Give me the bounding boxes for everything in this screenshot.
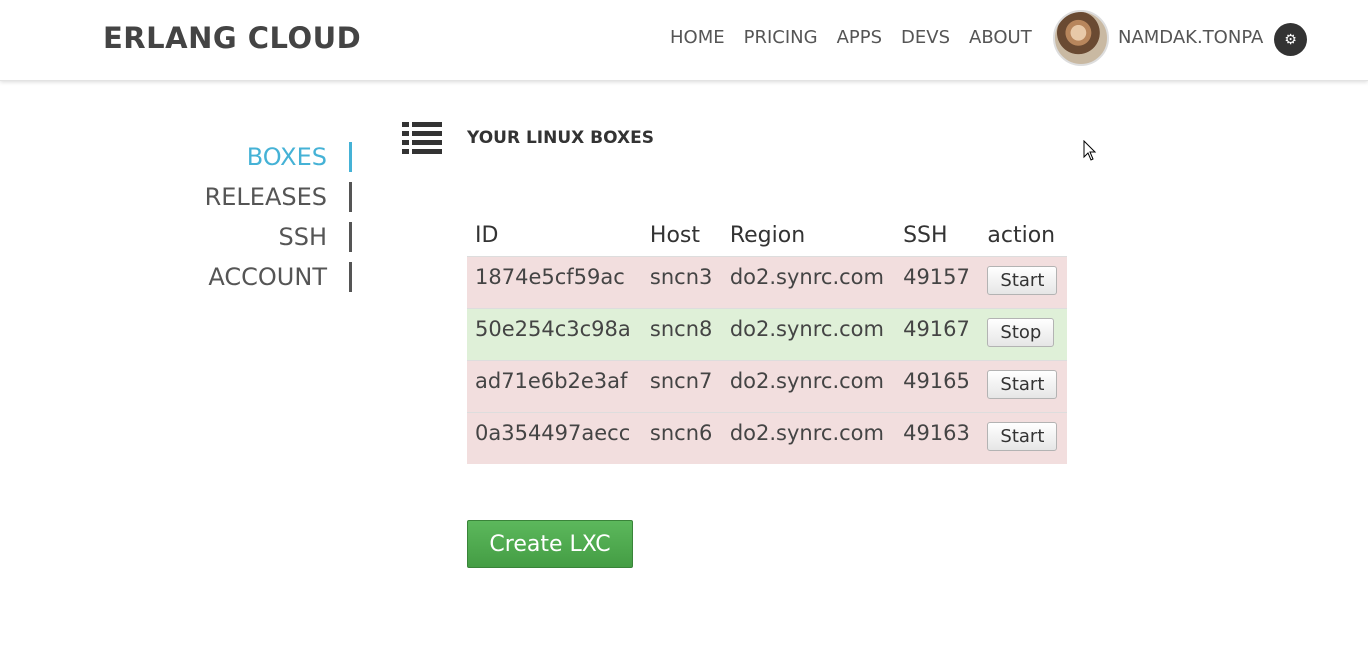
cell-host: sncn6	[641, 412, 722, 464]
main-nav: HOME PRICING APPS DEVS ABOUT	[670, 26, 1032, 50]
column-header-id: ID	[475, 222, 499, 248]
start-button[interactable]: Start	[987, 370, 1058, 399]
cell-region: do2.synrc.com	[721, 308, 896, 361]
cell-host: sncn8	[641, 308, 722, 361]
cell-region: do2.synrc.com	[721, 412, 896, 464]
boxes-table: ID Host Region SSH action 1874e5cf59ac s…	[467, 216, 1067, 464]
cell-id: 0a354497aecc	[467, 412, 642, 464]
cell-region: do2.synrc.com	[721, 256, 896, 309]
sidebar-item-boxes[interactable]: BOXES	[180, 142, 352, 172]
sidebar-item-account[interactable]: ACCOUNT	[180, 262, 352, 292]
cell-action: Start	[979, 360, 1067, 413]
gear-icon: ⚙	[1284, 31, 1297, 48]
nav-about[interactable]: ABOUT	[969, 26, 1032, 50]
avatar[interactable]	[1053, 10, 1109, 66]
cell-region: do2.synrc.com	[721, 360, 896, 413]
column-header-host: Host	[649, 222, 701, 248]
create-lxc-button[interactable]: Create LXC	[467, 520, 633, 568]
table-row: ad71e6b2e3af sncn7 do2.synrc.com 49165 S…	[467, 360, 1067, 413]
nav-pricing[interactable]: PRICING	[744, 26, 818, 50]
sidebar-item-releases[interactable]: RELEASES	[180, 182, 352, 212]
start-button[interactable]: Start	[987, 422, 1058, 451]
start-button[interactable]: Start	[987, 266, 1058, 295]
cell-ssh: 49167	[895, 308, 980, 361]
brand-logo[interactable]: ERLANG CLOUD	[103, 20, 361, 56]
column-header-ssh: SSH	[903, 222, 948, 248]
stop-button[interactable]: Stop	[987, 318, 1055, 347]
settings-button[interactable]: ⚙	[1274, 23, 1307, 56]
cell-ssh: 49163	[895, 412, 980, 464]
cell-action: Start	[979, 412, 1067, 464]
sidebar-item-ssh[interactable]: SSH	[180, 222, 352, 252]
page-title: YOUR LINUX BOXES	[467, 128, 654, 148]
cell-id: ad71e6b2e3af	[467, 360, 642, 413]
cell-id: 1874e5cf59ac	[467, 256, 642, 309]
table-row: 50e254c3c98a sncn8 do2.synrc.com 49167 S…	[467, 308, 1067, 361]
list-icon	[402, 122, 442, 154]
table-row: 1874e5cf59ac sncn3 do2.synrc.com 49157 S…	[467, 256, 1067, 309]
cell-action: Stop	[979, 308, 1067, 361]
cell-id: 50e254c3c98a	[467, 308, 642, 361]
username-link[interactable]: NAMDAK.TONPA	[1118, 26, 1263, 50]
column-header-region: Region	[729, 222, 806, 248]
cell-host: sncn3	[641, 256, 722, 309]
table-row: 0a354497aecc sncn6 do2.synrc.com 49163 S…	[467, 412, 1067, 464]
sidebar: BOXES RELEASES SSH ACCOUNT	[180, 142, 352, 302]
nav-home[interactable]: HOME	[670, 26, 725, 50]
cell-ssh: 49157	[895, 256, 980, 309]
top-navbar: ERLANG CLOUD HOME PRICING APPS DEVS ABOU…	[0, 0, 1368, 81]
column-header-action: action	[987, 222, 1056, 248]
nav-devs[interactable]: DEVS	[901, 26, 950, 50]
cell-action: Start	[979, 256, 1067, 309]
cell-host: sncn7	[641, 360, 722, 413]
table-header-row: ID Host Region SSH action	[467, 216, 1067, 257]
cell-ssh: 49165	[895, 360, 980, 413]
nav-apps[interactable]: APPS	[837, 26, 882, 50]
mouse-cursor-icon	[1083, 140, 1097, 161]
